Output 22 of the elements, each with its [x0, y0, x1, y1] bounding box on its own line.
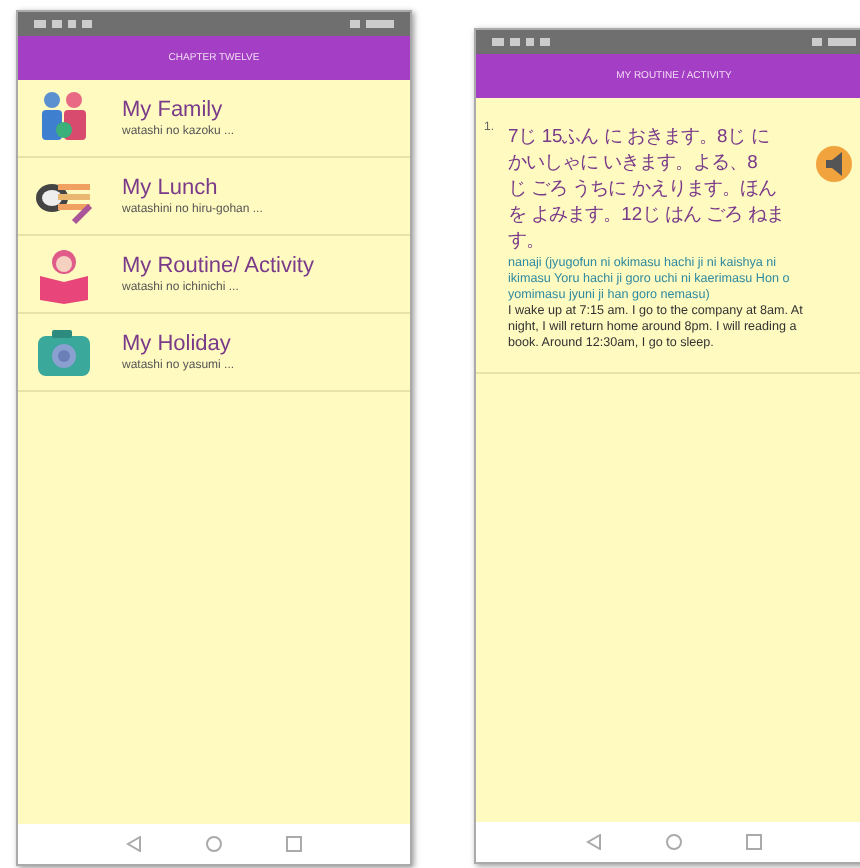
- japanese-text-line: を よみます。12じ はん ごろ ねま: [508, 200, 784, 226]
- home-icon[interactable]: [666, 834, 682, 850]
- japanese-text-line: じ ごろ うちに かえります。ほん: [508, 174, 776, 200]
- chapter-title: My Lunch: [122, 176, 220, 200]
- reading-person-icon: [34, 244, 94, 304]
- chapter-title: My Family: [122, 98, 225, 122]
- battery-icon: [350, 18, 394, 30]
- japanese-text-line: かいしゃに いきます。よる、8: [508, 148, 758, 174]
- recents-icon[interactable]: [746, 834, 762, 850]
- status-icons: [492, 36, 552, 48]
- home-icon[interactable]: [206, 836, 222, 852]
- back-icon[interactable]: [586, 834, 602, 850]
- japanese-text-line: 7じ 15ふん に おきます。8じ に: [508, 122, 769, 148]
- chapter-title: My Holiday: [122, 332, 233, 356]
- chapter-title: My Routine/ Activity: [122, 254, 314, 278]
- speaker-button[interactable]: [816, 146, 852, 182]
- battery-icon: [812, 36, 856, 48]
- back-icon[interactable]: [126, 836, 142, 852]
- japanese-text-line: す。: [508, 226, 544, 252]
- status-icons: [34, 18, 94, 30]
- speaker-icon: [824, 152, 844, 176]
- recents-icon[interactable]: [286, 836, 302, 852]
